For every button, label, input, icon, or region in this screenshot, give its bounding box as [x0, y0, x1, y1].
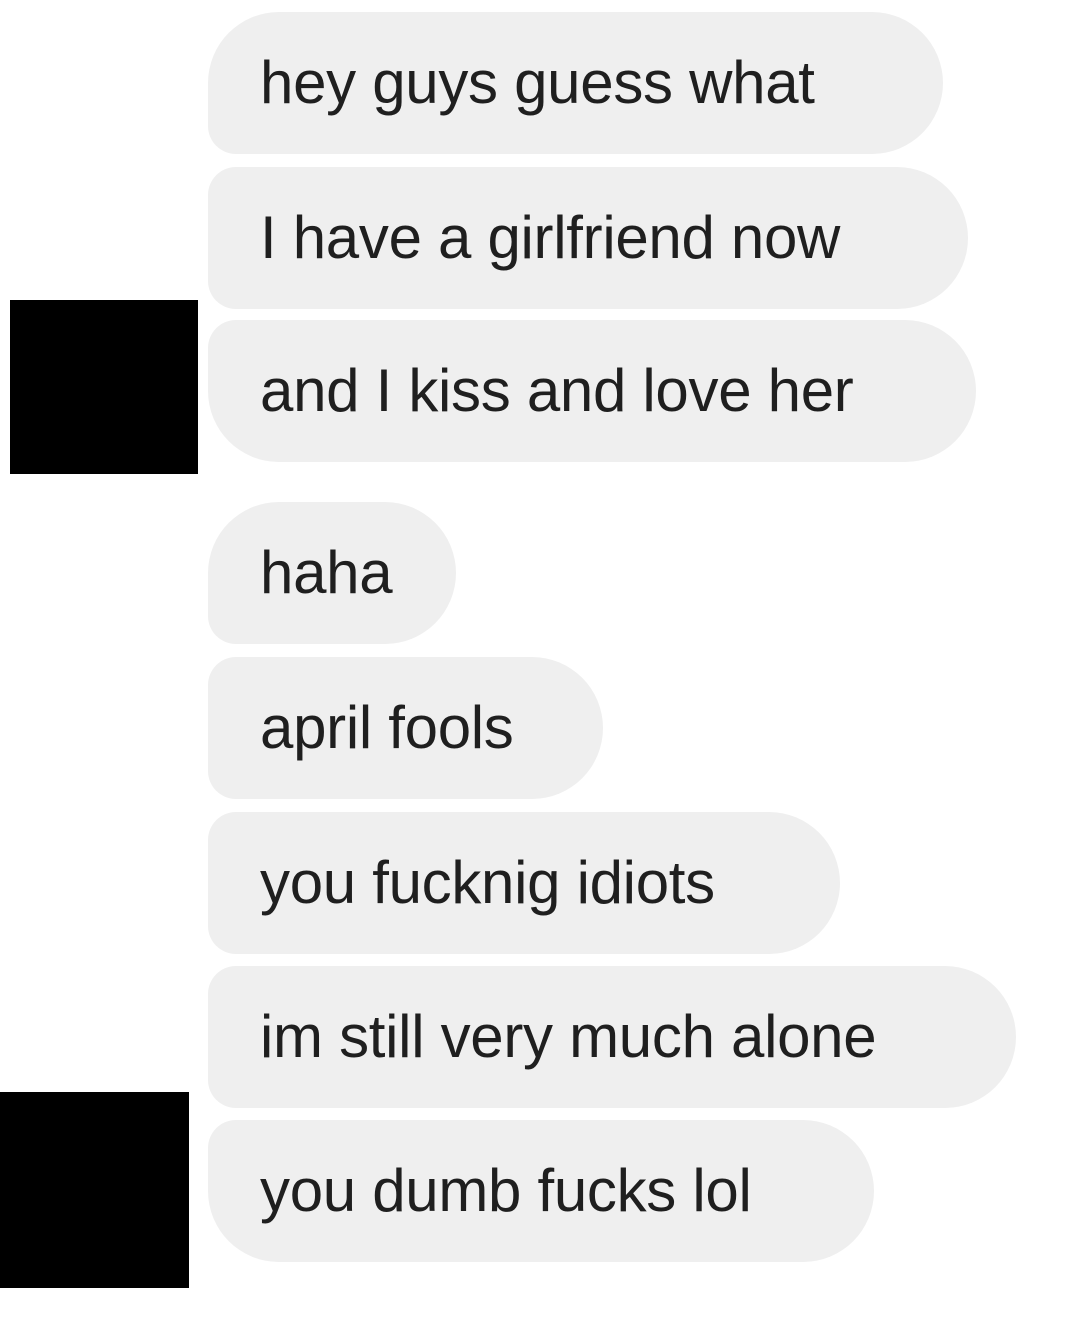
message-text: you dumb fucks lol: [260, 1157, 752, 1224]
message-bubble[interactable]: I have a girlfriend now: [208, 167, 968, 309]
message-text: hey guys guess what: [260, 49, 815, 116]
redacted-avatar: [0, 1092, 189, 1288]
redacted-avatar: [10, 300, 198, 474]
message-thread: hey guys guess what I have a girlfriend …: [0, 0, 1074, 1343]
message-bubble[interactable]: im still very much alone: [208, 966, 1016, 1108]
message-bubble[interactable]: you dumb fucks lol: [208, 1120, 874, 1262]
message-text: you fucknig idiots: [260, 849, 715, 916]
message-text: and I kiss and love her: [260, 357, 854, 424]
message-text: I have a girlfriend now: [260, 204, 841, 271]
message-text: april fools: [260, 694, 514, 761]
message-bubble[interactable]: hey guys guess what: [208, 12, 943, 154]
message-bubble[interactable]: and I kiss and love her: [208, 320, 976, 462]
message-text: im still very much alone: [260, 1003, 877, 1070]
message-bubble[interactable]: haha: [208, 502, 456, 644]
message-text: haha: [260, 539, 393, 606]
message-bubble[interactable]: you fucknig idiots: [208, 812, 840, 954]
message-bubble[interactable]: april fools: [208, 657, 603, 799]
